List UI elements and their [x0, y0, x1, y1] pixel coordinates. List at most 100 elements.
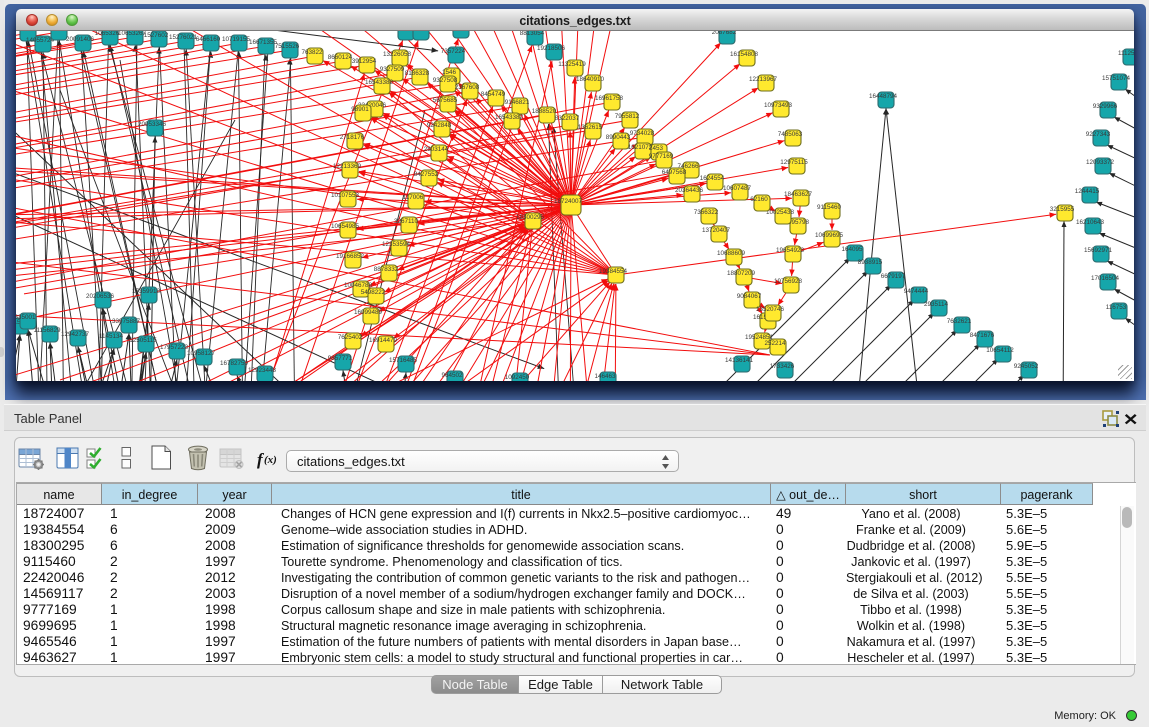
- svg-text:5675685: 5675685: [433, 97, 458, 104]
- svg-text:2803144: 2803144: [424, 146, 449, 153]
- svg-text:11156829: 11156829: [33, 327, 61, 334]
- svg-text:117006: 117006: [403, 194, 424, 201]
- svg-text:14136141: 14136141: [725, 357, 754, 364]
- svg-text:9777169: 9777169: [649, 153, 674, 160]
- svg-text:33975887: 33975887: [112, 318, 141, 325]
- svg-text:8813054: 8813054: [520, 31, 545, 37]
- svg-text:16671355: 16671355: [249, 39, 278, 46]
- svg-text:16961758: 16961758: [595, 95, 624, 102]
- svg-text:1733426: 1733426: [770, 363, 795, 370]
- svg-text:1092450: 1092450: [505, 374, 530, 381]
- svg-text:11325419: 11325419: [558, 61, 586, 68]
- svg-text:18300295: 18300295: [516, 214, 545, 221]
- svg-text:1362615: 1362615: [578, 124, 603, 131]
- svg-text:10654985: 10654985: [331, 223, 360, 230]
- svg-text:19654923: 19654923: [776, 247, 805, 254]
- svg-text:18724007: 18724007: [554, 198, 583, 205]
- svg-text:18807209: 18807209: [727, 270, 756, 277]
- svg-text:10107553: 10107553: [331, 192, 360, 199]
- svg-text:10958127: 10958127: [187, 350, 216, 357]
- svg-text:8471676: 8471676: [970, 332, 995, 339]
- svg-text:8322037: 8322037: [555, 115, 580, 122]
- svg-text:7485063: 7485063: [778, 131, 803, 138]
- svg-text:10973493: 10973493: [764, 102, 793, 109]
- svg-text:16914479: 16914479: [369, 337, 398, 344]
- svg-text:1244415: 1244415: [1075, 188, 1100, 195]
- svg-text:1065326: 1065326: [95, 31, 120, 37]
- svg-text:1145134: 1145134: [99, 333, 124, 340]
- svg-text:7357224: 7357224: [441, 48, 466, 55]
- svg-text:16099489: 16099489: [354, 309, 383, 316]
- svg-text:111254: 111254: [1118, 50, 1134, 57]
- svg-text:2087682: 2087682: [712, 31, 737, 36]
- svg-text:7515526: 7515526: [275, 43, 300, 50]
- svg-text:9084067: 9084067: [737, 293, 762, 300]
- svg-text:10688609: 10688609: [717, 250, 746, 257]
- svg-text:9327508: 9327508: [433, 77, 458, 84]
- svg-text:18463627: 18463627: [784, 191, 813, 198]
- svg-text:3912954: 3912954: [352, 58, 377, 65]
- svg-text:10607487: 10607487: [723, 185, 752, 192]
- svg-text:7955812: 7955812: [615, 113, 640, 120]
- svg-text:19166852: 19166852: [336, 253, 365, 260]
- svg-text:164095: 164095: [841, 246, 863, 253]
- svg-text:15276021: 15276021: [169, 34, 198, 41]
- svg-text:2718176: 2718176: [340, 134, 365, 141]
- svg-text:9734028: 9734028: [630, 130, 655, 137]
- svg-text:9115460: 9115460: [817, 204, 842, 211]
- svg-text:(x): (x): [264, 454, 277, 466]
- svg-text:252214: 252214: [764, 340, 786, 347]
- svg-text:15716485: 15716485: [389, 357, 418, 364]
- svg-text:1888520: 1888520: [532, 108, 557, 115]
- svg-text:17957223: 17957223: [160, 344, 189, 351]
- svg-text:12975115: 12975115: [780, 159, 808, 166]
- svg-text:13520746: 13520746: [756, 306, 785, 313]
- svg-text:3215955: 3215955: [1050, 206, 1075, 213]
- svg-text:12942737: 12942737: [61, 331, 90, 338]
- svg-text:1624554: 1624554: [700, 175, 725, 182]
- svg-text:16448794: 16448794: [869, 93, 898, 100]
- svg-text:2009140: 2009140: [44, 31, 69, 32]
- svg-text:9146821: 9146821: [505, 99, 530, 106]
- svg-text:8454749: 8454749: [481, 91, 506, 98]
- svg-text:12505115: 12505115: [129, 337, 157, 344]
- svg-text:12353594: 12353594: [382, 241, 411, 248]
- svg-text:16154808: 16154808: [730, 51, 759, 58]
- svg-text:8938915: 8938915: [858, 259, 883, 266]
- svg-text:116753: 116753: [1106, 304, 1127, 311]
- svg-text:18640910: 18640910: [576, 76, 605, 83]
- svg-text:10653267: 10653267: [118, 31, 147, 37]
- svg-text:9329966: 9329966: [1093, 103, 1118, 110]
- svg-text:20053346: 20053346: [138, 121, 167, 128]
- svg-text:6466160: 6466160: [196, 36, 221, 43]
- svg-text:1405572: 1405572: [16, 31, 38, 33]
- svg-text:6679197: 6679197: [881, 273, 906, 280]
- svg-text:964502: 964502: [441, 372, 463, 379]
- svg-text:8990443: 8990443: [606, 134, 631, 141]
- svg-text:16210643: 16210643: [1076, 219, 1105, 226]
- svg-text:14055724: 14055724: [26, 37, 55, 44]
- svg-text:12923443: 12923443: [248, 367, 277, 374]
- svg-text:5498222: 5498222: [361, 289, 386, 296]
- svg-text:763822: 763822: [301, 49, 323, 56]
- svg-text:160338: 160338: [407, 31, 429, 32]
- svg-text:12213369: 12213369: [333, 163, 362, 170]
- svg-text:19756928: 19756928: [774, 278, 803, 285]
- svg-text:7366322: 7366322: [694, 209, 719, 216]
- svg-text:20206536: 20206536: [86, 293, 115, 300]
- svg-text:12213967: 12213967: [749, 76, 778, 83]
- svg-text:9227343: 9227343: [1086, 131, 1111, 138]
- svg-text:9245052: 9245052: [1014, 363, 1039, 370]
- svg-text:8186328: 8186328: [405, 70, 430, 77]
- svg-text:8427552: 8427552: [414, 171, 439, 178]
- svg-text:2935114: 2935114: [924, 301, 949, 308]
- svg-text:17359918: 17359918: [132, 288, 161, 295]
- svg-text:16782759: 16782759: [220, 360, 249, 367]
- svg-text:13720407: 13720407: [702, 227, 731, 234]
- svg-text:146463: 146463: [594, 373, 616, 380]
- svg-text:7632621: 7632621: [947, 318, 972, 325]
- svg-text:8660124: 8660124: [328, 54, 353, 61]
- svg-text:20364436: 20364436: [675, 187, 704, 194]
- svg-text:1546: 1546: [442, 69, 457, 76]
- svg-text:9857771: 9857771: [328, 355, 353, 362]
